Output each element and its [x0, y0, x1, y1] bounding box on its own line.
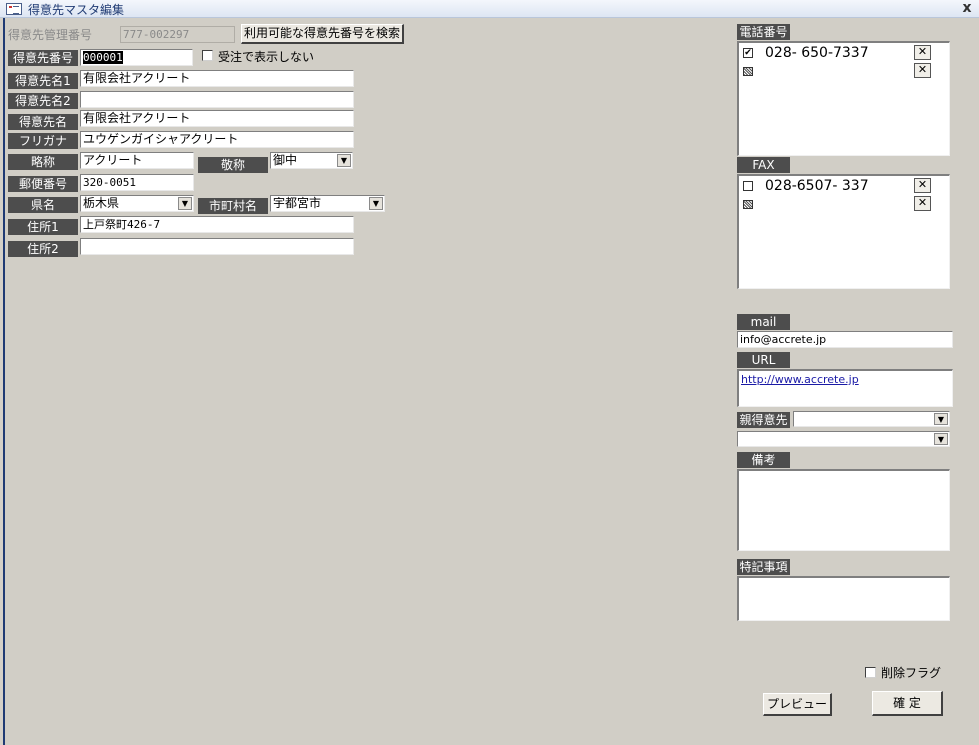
search-available-number-button[interactable]: 利用可能な得意先番号を検索: [241, 24, 404, 44]
name-field[interactable]: 有限会社アクリート: [80, 110, 354, 127]
delete-flag-checkbox[interactable]: [865, 667, 876, 678]
chevron-down-icon[interactable]: ▼: [337, 154, 351, 167]
fax-checkbox[interactable]: [743, 181, 753, 191]
chevron-down-icon[interactable]: ▼: [178, 197, 192, 210]
address2-field[interactable]: [80, 238, 354, 255]
honorific-label: 敬称: [198, 157, 268, 173]
abbreviation-field[interactable]: アクリート: [80, 152, 194, 169]
postal-code-label: 郵便番号: [8, 176, 78, 192]
url-label: URL: [737, 352, 790, 368]
abbreviation-label: 略称: [8, 154, 78, 170]
parent-customer-2-select[interactable]: ▼: [737, 431, 950, 447]
name2-field[interactable]: [80, 91, 354, 108]
fax-row[interactable]: 028-6507- 337: [743, 178, 943, 195]
confirm-button[interactable]: 確 定: [872, 691, 943, 716]
window-title: 得意先マスタ編集: [28, 3, 125, 17]
postal-code-field[interactable]: 320-0051: [80, 174, 194, 191]
fax-number: 028-6507- 337: [765, 178, 869, 194]
form-icon: [6, 3, 22, 15]
honorific-value: 御中: [273, 153, 298, 167]
new-record-icon: [743, 67, 753, 76]
prefecture-select[interactable]: 栃木県 ▼: [80, 195, 194, 212]
title-bar: [0, 0, 979, 18]
new-record-icon: [743, 200, 753, 209]
city-select[interactable]: 宇都宮市 ▼: [270, 195, 385, 212]
special-notes-field[interactable]: [737, 576, 950, 621]
special-notes-label: 特記事項: [737, 559, 790, 575]
remarks-field[interactable]: [737, 469, 950, 551]
address1-field[interactable]: 上戸祭町426-7: [80, 216, 354, 233]
fax-list[interactable]: 028-6507- 337 ✕ ✕: [737, 174, 950, 289]
url-link[interactable]: http://www.accrete.jp: [741, 373, 859, 386]
name1-label: 得意先名1: [8, 73, 78, 89]
name1-field[interactable]: 有限会社アクリート: [80, 70, 354, 87]
parent-customer-select[interactable]: ▼: [793, 411, 950, 427]
url-field[interactable]: http://www.accrete.jp: [737, 369, 953, 407]
hide-orders-checkbox[interactable]: [202, 50, 213, 61]
phone-new-row[interactable]: [743, 63, 763, 80]
phone-checkbox[interactable]: ✔: [743, 48, 753, 58]
furigana-label: フリガナ: [8, 133, 78, 149]
parent-customer-label: 親得意先: [737, 412, 790, 428]
mgmt-number-label: 得意先管理番号: [8, 28, 93, 42]
customer-no-field[interactable]: 000001: [80, 49, 193, 66]
mgmt-number-field: 777-002297: [120, 26, 235, 43]
name2-label: 得意先名2: [8, 93, 78, 109]
chevron-down-icon[interactable]: ▼: [934, 433, 948, 445]
prefecture-label: 県名: [8, 197, 78, 213]
honorific-select[interactable]: 御中 ▼: [270, 152, 353, 169]
address2-label: 住所2: [8, 241, 78, 257]
phone-dial-icon[interactable]: ✕: [914, 63, 931, 78]
fax-dial-icon[interactable]: ✕: [914, 196, 931, 211]
delete-flag-label: 削除フラグ: [881, 666, 942, 680]
chevron-down-icon[interactable]: ▼: [369, 197, 383, 210]
phone-label: 電話番号: [737, 24, 790, 40]
phone-number: 028- 650-7337: [765, 45, 869, 61]
remarks-label: 備考: [737, 452, 790, 468]
fax-new-row[interactable]: [743, 196, 763, 213]
hide-orders-label: 受注で表示しない: [218, 50, 315, 64]
prefecture-value: 栃木県: [83, 196, 120, 210]
fax-label: FAX: [737, 157, 790, 173]
city-label: 市町村名: [198, 198, 268, 214]
customer-no-value: 000001: [83, 51, 123, 64]
name-label: 得意先名: [8, 114, 78, 130]
close-icon[interactable]: x: [958, 0, 976, 17]
phone-dial-icon[interactable]: ✕: [914, 45, 931, 60]
address1-label: 住所1: [8, 219, 78, 235]
phone-row[interactable]: ✔ 028- 650-7337: [743, 45, 943, 62]
furigana-field[interactable]: ユウゲンガイシャアクリート: [80, 131, 354, 148]
phone-list[interactable]: ✔ 028- 650-7337 ✕ ✕: [737, 41, 950, 156]
chevron-down-icon[interactable]: ▼: [934, 413, 948, 425]
mail-field[interactable]: info@accrete.jp: [737, 331, 953, 348]
mail-label: mail: [737, 314, 790, 330]
preview-button[interactable]: プレビュー: [763, 693, 832, 716]
city-value: 宇都宮市: [273, 196, 322, 210]
fax-dial-icon[interactable]: ✕: [914, 178, 931, 193]
customer-no-label: 得意先番号: [8, 50, 78, 66]
